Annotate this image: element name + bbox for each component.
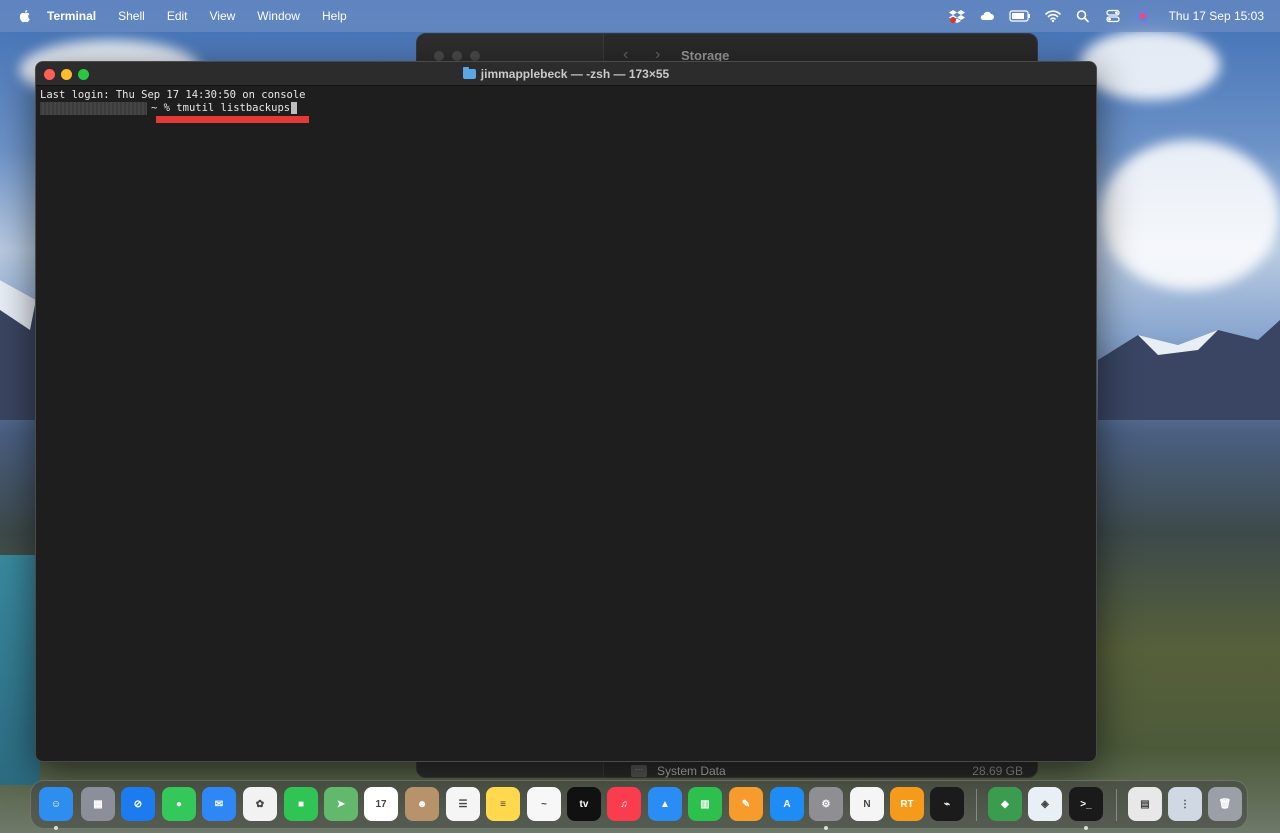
trash-icon[interactable]: 🗑 <box>1208 787 1242 821</box>
command-text: tmutil listbackups <box>176 101 291 114</box>
menu-window[interactable]: Window <box>257 9 300 23</box>
system-data-icon: ··· <box>631 765 647 777</box>
desktop-cloud <box>1100 140 1280 290</box>
terminal-window[interactable]: jimmapplebeck — -zsh — 173×55 Last login… <box>35 61 1097 762</box>
contacts-icon[interactable]: ☻ <box>405 787 439 821</box>
storage-close-button[interactable] <box>434 51 444 61</box>
storage-row-label: System Data <box>657 764 726 778</box>
zoom-button[interactable] <box>78 69 89 80</box>
menu-view[interactable]: View <box>210 9 236 23</box>
storage-minimize-button[interactable] <box>452 51 462 61</box>
menu-clock[interactable]: Thu 17 Sep 15:03 <box>1169 9 1264 23</box>
calendar-icon[interactable]: 17 <box>364 787 398 821</box>
system-settings-icon[interactable]: ⚙ <box>809 787 843 821</box>
notes-icon[interactable]: ≡ <box>486 787 520 821</box>
menu-shell[interactable]: Shell <box>118 9 145 23</box>
mail-icon[interactable]: ✉ <box>202 787 236 821</box>
app-icon-1[interactable]: ◆ <box>988 787 1022 821</box>
control-center-icon[interactable] <box>1105 9 1121 23</box>
command-highlight-underline <box>156 116 309 123</box>
search-icon[interactable] <box>1075 9 1091 23</box>
storage-row-system-data[interactable]: ··· System Data 28.69 GB <box>631 762 1023 780</box>
keynote-icon[interactable]: ▲ <box>648 787 682 821</box>
storage-row-size: 28.69 GB <box>972 764 1023 778</box>
dock-separator <box>976 789 977 821</box>
freeform-icon[interactable]: ~ <box>527 787 561 821</box>
minimize-button[interactable] <box>61 69 72 80</box>
apple-tv-icon[interactable]: tv <box>567 787 601 821</box>
reminders-icon[interactable]: ☰ <box>446 787 480 821</box>
prompt: ~ % <box>151 101 177 114</box>
wifi-icon[interactable] <box>1044 9 1061 23</box>
launchpad-icon[interactable]: ▦ <box>81 787 115 821</box>
menu-app-name[interactable]: Terminal <box>47 9 96 23</box>
terminal-titlebar[interactable]: jimmapplebeck — -zsh — 173×55 <box>36 62 1096 86</box>
facetime-icon[interactable]: ■ <box>284 787 318 821</box>
finder-icon[interactable]: ☺ <box>39 787 73 821</box>
running-indicator <box>54 826 58 830</box>
menu-edit[interactable]: Edit <box>167 9 188 23</box>
redacted-hostname <box>40 101 147 115</box>
last-login-line: Last login: Thu Sep 17 14:30:50 on conso… <box>40 89 306 101</box>
numbers-icon[interactable]: ▥ <box>688 787 722 821</box>
dock-separator <box>1116 789 1117 821</box>
terminal-icon[interactable]: >_ <box>1069 787 1103 821</box>
folder-icon <box>462 66 476 79</box>
apple-icon[interactable] <box>17 8 33 24</box>
safari-icon[interactable]: ⊘ <box>121 787 155 821</box>
text-cursor <box>291 102 298 114</box>
close-button[interactable] <box>44 69 55 80</box>
icloud-icon[interactable] <box>979 9 995 23</box>
desktop-cloud <box>1080 30 1220 100</box>
activity-monitor-icon[interactable]: ⌁ <box>930 787 964 821</box>
desktop-lake <box>0 555 40 785</box>
terminal-title-text: jimmapplebeck — -zsh — 173×55 <box>480 66 670 81</box>
maps-icon[interactable]: ➤ <box>324 787 358 821</box>
siri-icon[interactable] <box>1135 9 1151 23</box>
messages-icon[interactable]: ● <box>162 787 196 821</box>
storage-zoom-button[interactable] <box>470 51 480 61</box>
photos-icon[interactable]: ✿ <box>243 787 277 821</box>
terminal-title: jimmapplebeck — -zsh — 173×55 <box>462 66 670 81</box>
battery-icon[interactable] <box>1008 9 1031 23</box>
menu-bar: Terminal Shell Edit View Window Help Thu… <box>0 0 1280 32</box>
dropbox-icon[interactable] <box>948 9 965 23</box>
downloads-icon[interactable]: ⋮ <box>1168 787 1202 821</box>
rt-icon[interactable]: RT <box>890 787 924 821</box>
dock: ☺ ▦ ⊘ ● ✉ ✿ ■ ➤ 17 ☻ ☰ ≡ ~ tv ♫ ▲ ▥ ✎ A ⚙ N RT ⌁ ◆ ◈ >_ ▤ ⋮ 🗑 <box>30 780 1248 830</box>
app-store-icon[interactable]: A <box>770 787 804 821</box>
music-icon[interactable]: ♫ <box>607 787 641 821</box>
desktop-mountain <box>0 280 36 420</box>
running-indicator <box>824 826 828 830</box>
running-indicator <box>1084 826 1088 830</box>
news-icon[interactable]: N <box>850 787 884 821</box>
pages-icon[interactable]: ✎ <box>729 787 763 821</box>
app-icon-2[interactable]: ◈ <box>1028 787 1062 821</box>
terminal-content[interactable]: Last login: Thu Sep 17 14:30:50 on conso… <box>36 86 1096 118</box>
preview-icon[interactable]: ▤ <box>1128 787 1162 821</box>
menu-help[interactable]: Help <box>322 9 347 23</box>
desktop-mountain <box>1098 320 1280 420</box>
prompt-line[interactable]: ~ % tmutil listbackups <box>40 101 1092 115</box>
